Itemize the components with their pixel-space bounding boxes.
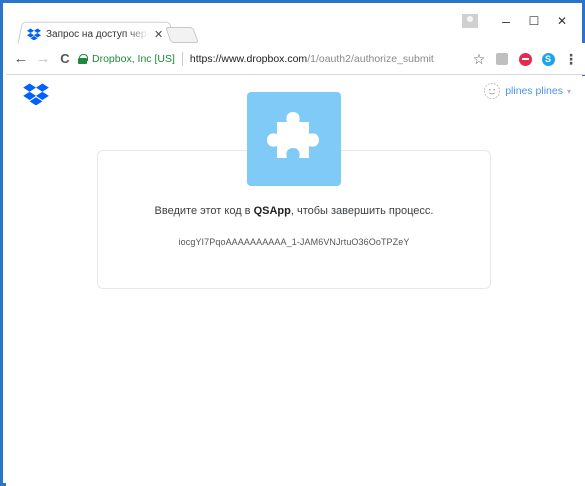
omnibox-separator bbox=[181, 52, 183, 66]
user-name: plines plines bbox=[505, 85, 563, 97]
maximize-button[interactable]: ☐ bbox=[520, 14, 548, 28]
reload-button[interactable]: C bbox=[54, 51, 76, 66]
extension-icon[interactable] bbox=[492, 49, 512, 69]
auth-code[interactable]: iocgYI7PqoAAAAAAAAAA_1-JAM6VNJrtuO36OoTP… bbox=[97, 237, 491, 247]
url-host: https://www.dropbox.com bbox=[189, 53, 308, 65]
tab-title: Запрос на доступ через bbox=[46, 28, 148, 40]
back-button[interactable]: ← bbox=[10, 50, 32, 67]
instruction-text: Введите этот код в QSApp, чтобы завершит… bbox=[97, 205, 491, 217]
browser-window: Запрос на доступ через ✕ – ☐ ✕ ← → C Dro… bbox=[0, 0, 585, 486]
close-window-button[interactable]: ✕ bbox=[548, 14, 576, 28]
secure-lock-icon[interactable] bbox=[78, 54, 88, 64]
app-puzzle-icon bbox=[247, 92, 341, 186]
user-avatar-icon bbox=[484, 82, 501, 100]
dropbox-logo-icon[interactable] bbox=[23, 83, 49, 105]
skype-icon[interactable]: S bbox=[538, 49, 558, 69]
star-icon[interactable]: ☆ bbox=[469, 49, 489, 69]
browser-toolbar: ← → C Dropbox, Inc [US] https://www.drop… bbox=[6, 43, 585, 75]
toolbar-icons: ☆ S ⋮ bbox=[466, 49, 581, 69]
skype-badge: S bbox=[541, 52, 555, 66]
address-bar[interactable]: Dropbox, Inc [US] https://www.dropbox.co… bbox=[78, 48, 480, 70]
tab-strip: Запрос на доступ через ✕ – ☐ ✕ bbox=[3, 3, 582, 46]
lastpass-icon[interactable] bbox=[515, 49, 535, 69]
tab-close-icon[interactable]: ✕ bbox=[154, 28, 163, 41]
site-identity[interactable]: Dropbox, Inc [US] bbox=[92, 53, 175, 65]
lastpass-badge bbox=[518, 52, 532, 66]
window-controls: – ☐ ✕ bbox=[462, 9, 576, 33]
app-name: QSApp bbox=[253, 205, 291, 217]
url-text[interactable]: https://www.dropbox.com/1/oauth2/authori… bbox=[190, 53, 434, 65]
dropbox-favicon-icon bbox=[27, 28, 41, 40]
profile-icon[interactable] bbox=[462, 14, 478, 28]
instruction-before: Введите этот код в bbox=[154, 205, 254, 217]
extension-badge bbox=[496, 53, 508, 65]
url-path: /1/oauth2/authorize_submit bbox=[307, 53, 434, 65]
forward-button[interactable]: → bbox=[32, 50, 54, 67]
minimize-button[interactable]: – bbox=[492, 13, 520, 29]
instruction-after: , чтобы завершить процесс. bbox=[290, 205, 434, 217]
puzzle-piece-icon bbox=[267, 112, 319, 158]
menu-icon[interactable]: ⋮ bbox=[561, 49, 581, 69]
user-menu[interactable]: plines plines ▾ bbox=[483, 82, 571, 100]
new-tab-button[interactable] bbox=[165, 27, 199, 43]
tab-content[interactable]: Запрос на доступ через ✕ bbox=[21, 24, 171, 44]
chevron-down-icon: ▾ bbox=[566, 86, 571, 96]
